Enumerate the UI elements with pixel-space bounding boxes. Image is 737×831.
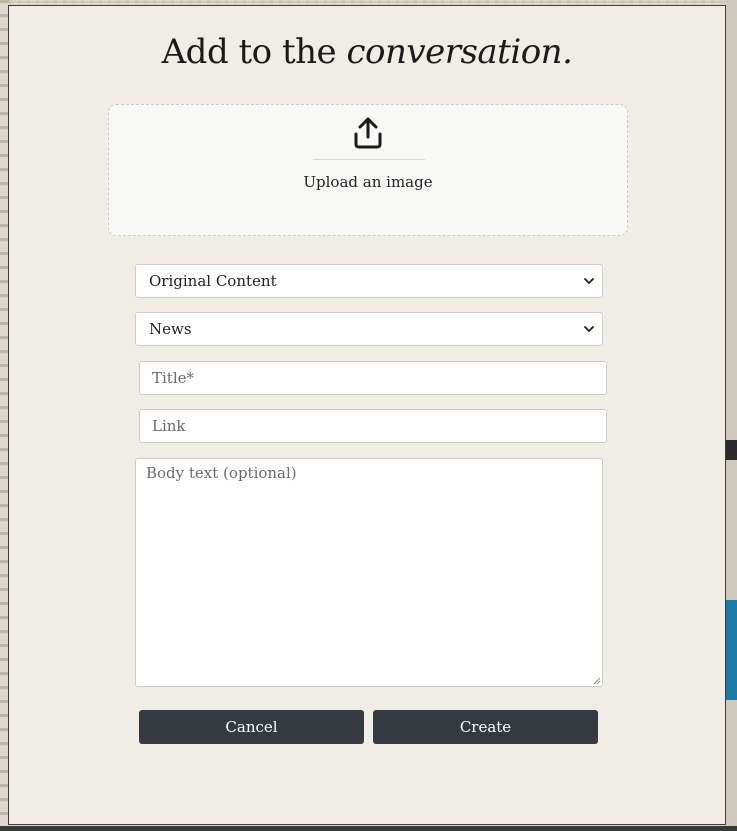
category-select[interactable]: News	[135, 312, 603, 346]
create-button[interactable]: Create	[373, 710, 598, 744]
cancel-button[interactable]: Cancel	[139, 710, 364, 744]
link-input[interactable]: Link	[139, 409, 607, 443]
bottom-edge-bar	[0, 826, 737, 831]
heading-emphasis: conversation.	[346, 32, 573, 72]
modal-heading: Add to the conversation.	[9, 32, 725, 72]
title-placeholder: Title*	[152, 369, 195, 387]
content-type-selected-value: Original Content	[149, 272, 277, 290]
image-upload-dropzone[interactable]: Upload an image	[108, 104, 628, 236]
upload-icon	[354, 117, 382, 149]
heading-prefix: Add to the	[161, 32, 347, 72]
resize-handle-icon[interactable]	[592, 676, 601, 685]
background-newspaper-texture-right	[725, 0, 737, 831]
upload-divider	[313, 159, 425, 160]
category-selected-value: News	[149, 320, 192, 338]
chevron-down-icon	[584, 326, 594, 332]
content-type-select[interactable]: Original Content	[135, 264, 603, 298]
body-textarea[interactable]: Body text (optional)	[135, 458, 603, 687]
title-input[interactable]: Title*	[139, 361, 607, 395]
upload-label: Upload an image	[303, 173, 433, 191]
link-placeholder: Link	[152, 417, 186, 435]
chevron-down-icon	[584, 278, 594, 284]
create-post-modal: Add to the conversation. Upload an image…	[8, 5, 726, 825]
body-placeholder: Body text (optional)	[146, 464, 297, 482]
